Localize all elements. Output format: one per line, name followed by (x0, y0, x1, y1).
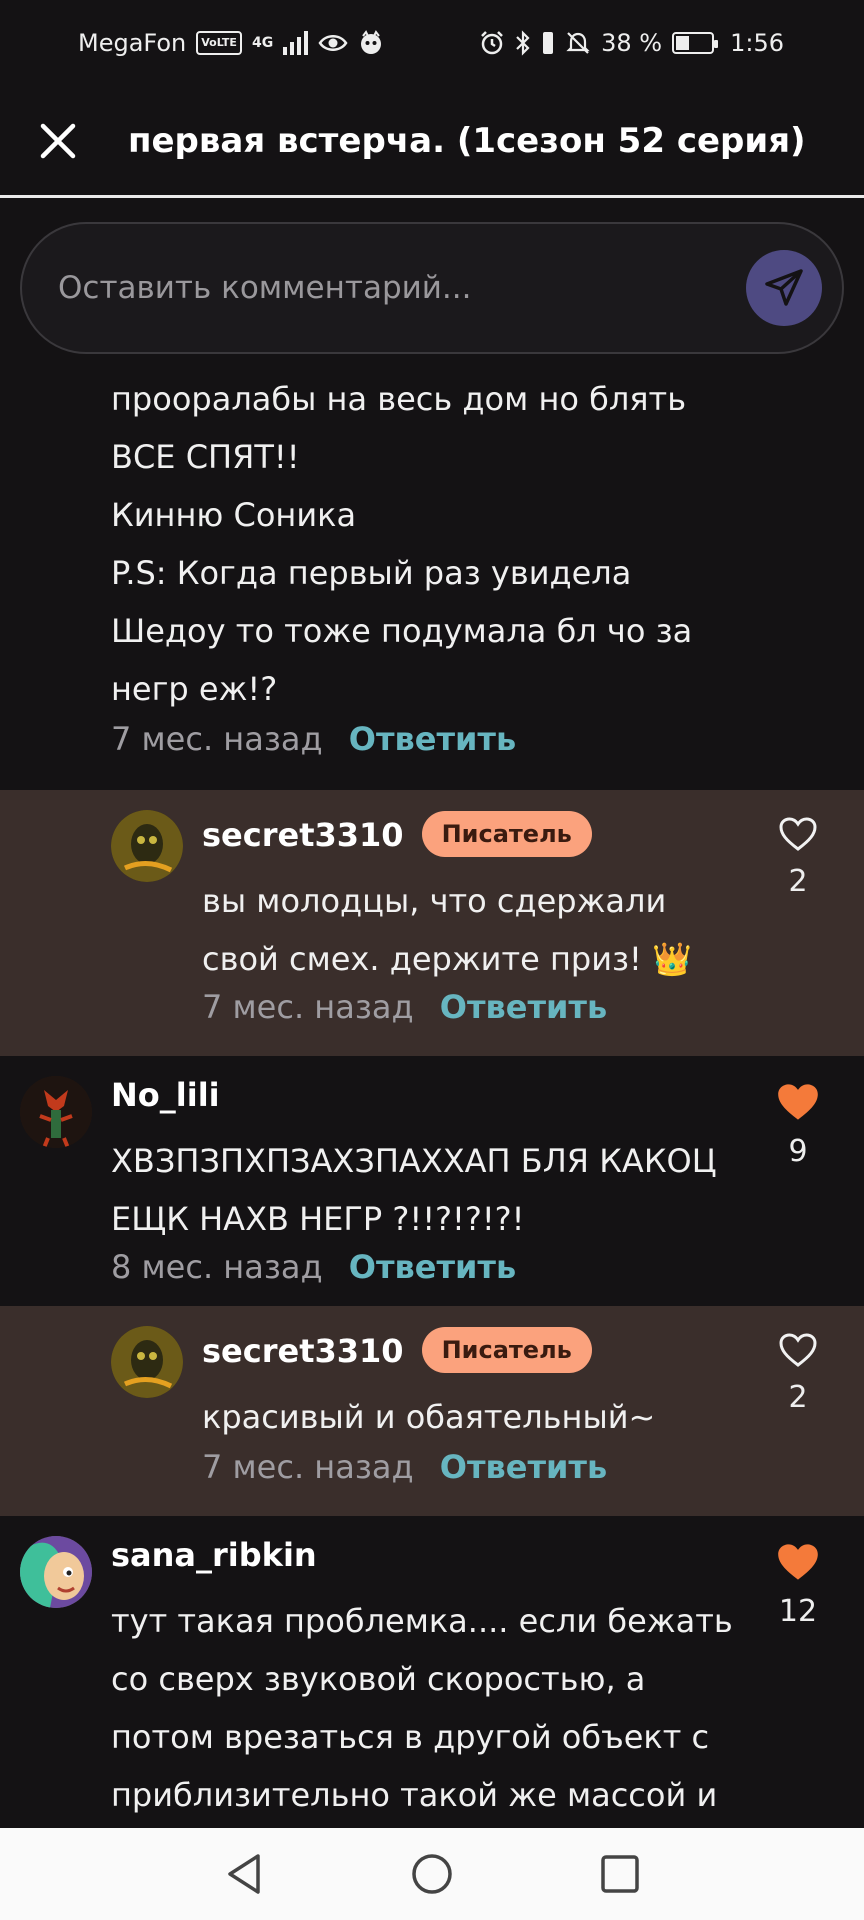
avatar[interactable] (20, 1536, 92, 1608)
comment-text-line: Шедоу то тоже подумала бл чо за (111, 612, 693, 650)
like-count: 9 (788, 1134, 808, 1169)
network-type: 4G (251, 35, 274, 51)
comment-time: 7 мес. назад (202, 988, 414, 1026)
status-right: 38 % 1:56 (479, 29, 784, 57)
comment-body: красивый и обаятельный~ (202, 1388, 655, 1446)
back-triangle-icon (228, 1854, 260, 1894)
vibrate-icon (543, 32, 554, 54)
comment-text-line: потом врезаться в другой объект с (111, 1718, 710, 1756)
volte-badge: VoLTE (196, 31, 242, 55)
recents-button[interactable] (590, 1844, 650, 1904)
comment-text-line: приблизительно такой же массой и (111, 1776, 718, 1814)
username: sana_ribkin (111, 1536, 317, 1574)
like-count: 2 (788, 1380, 808, 1415)
reply-button[interactable]: Ответить (349, 1248, 516, 1286)
like-count: 12 (778, 1594, 818, 1629)
avatar-image (20, 1076, 92, 1148)
comment-text-line: ВСЕ СПЯТ!! (111, 438, 300, 476)
carrier-name: MegaFon (78, 29, 187, 57)
reply-item: secret3310 Писатель вы молодцы, что сдерж… (0, 790, 864, 1056)
close-button[interactable] (18, 101, 98, 181)
comment-meta: 8 мес. назад Ответить (111, 1248, 516, 1286)
avatar-image (111, 810, 183, 882)
alarm-icon (481, 31, 503, 55)
send-button[interactable] (746, 250, 822, 326)
writer-badge: Писатель (421, 811, 592, 857)
status-bar: MegaFon VoLTE 4G 38 % 1:56 (0, 0, 864, 86)
like-control: 2 (760, 816, 836, 899)
bluetooth-icon (516, 30, 530, 56)
comment-text-line: прооралабы на весь дом но блять (111, 380, 687, 418)
comment-time: 7 мес. назад (111, 720, 323, 758)
comment-meta: 7 мес. назад Ответить (202, 988, 607, 1026)
heart-outline-icon[interactable] (778, 1332, 818, 1368)
like-control: 2 (760, 1332, 836, 1415)
signal-icon (283, 31, 309, 55)
comment-text-line: ЕЩК НАХВ НЕГР ?!!?!?!?! (111, 1200, 525, 1238)
battery-percent: 38 % (601, 29, 663, 57)
comment-item: прооралабы на весь дом но блять ВСЕ СПЯТ… (0, 370, 864, 790)
reply-button[interactable]: Ответить (440, 988, 607, 1026)
comment-text-line: со сверх звуковой скоростью, а (111, 1660, 646, 1698)
comment-text-line: ХВЗПЗПХПЗАХЗПАХХАП БЛЯ КАКОЦ (111, 1142, 717, 1180)
username: secret3310 (202, 1332, 404, 1370)
heart-filled-icon[interactable] (776, 1082, 820, 1122)
comment-text-line: тут такая проблемка.... если бежать (111, 1602, 733, 1640)
comment-input[interactable] (58, 270, 746, 306)
comment-text-line: P.S: Когда первый раз увидела (111, 554, 632, 592)
like-control: 9 (760, 1082, 836, 1169)
comment-meta: 7 мес. назад Ответить (111, 720, 864, 758)
recents-square-icon (601, 1855, 639, 1893)
comment-list: прооралабы на весь дом но блять ВСЕ СПЯТ… (0, 370, 864, 1828)
battery-icon (672, 32, 719, 54)
comment-text-line: вы молодцы, что сдержали (202, 882, 667, 920)
comment-body: вы молодцы, что сдержали свой смех. держ… (202, 872, 692, 988)
home-circle-icon (412, 1854, 452, 1894)
comment-text-line: свой смех. держите приз! 👑 (202, 940, 692, 978)
home-button[interactable] (402, 1844, 462, 1904)
system-nav-bar (0, 1828, 864, 1920)
avatar[interactable] (111, 810, 183, 882)
reply-button[interactable]: Ответить (349, 720, 516, 758)
avatar-image (20, 1536, 92, 1608)
avatar-image (111, 1326, 183, 1398)
status-left: MegaFon VoLTE 4G (78, 29, 384, 57)
like-control: 12 (760, 1542, 836, 1629)
like-count: 2 (788, 864, 808, 899)
eye-icon (318, 35, 348, 51)
comment-author[interactable]: secret3310 Писатель (202, 1327, 592, 1376)
comment-body: тут такая проблемка.... если бежать со с… (111, 1592, 733, 1824)
comment-text-line: красивый и обаятельный~ (202, 1398, 656, 1436)
comment-time: 7 мес. назад (202, 1448, 414, 1486)
writer-badge: Писатель (421, 1327, 592, 1373)
heart-outline-icon[interactable] (778, 816, 818, 852)
comment-item: sana_ribkin тут такая проблемка.... если… (0, 1516, 864, 1828)
comment-body: ХВЗПЗПХПЗАХЗПАХХАП БЛЯ КАКОЦ ЕЩК НАХВ НЕ… (111, 1132, 717, 1248)
reply-button[interactable]: Ответить (440, 1448, 607, 1486)
back-button[interactable] (214, 1844, 274, 1904)
username: No_lili (111, 1076, 220, 1114)
comment-item: No_lili ХВЗПЗПХПЗАХЗПАХХАП БЛЯ КАКОЦ ЕЩК… (0, 1056, 864, 1306)
comment-author[interactable]: No_lili (111, 1076, 220, 1114)
header: первая встерча. (1сезон 52 серия) (0, 86, 864, 198)
comment-text-line: негр еж!? (111, 670, 278, 708)
comment-meta: 7 мес. назад Ответить (202, 1448, 607, 1486)
avatar[interactable] (20, 1076, 92, 1148)
comment-time: 8 мес. назад (111, 1248, 323, 1286)
comment-author[interactable]: sana_ribkin (111, 1536, 317, 1574)
comment-author[interactable]: secret3310 Писатель (202, 811, 592, 860)
mute-bell-icon (566, 32, 590, 54)
close-icon (40, 123, 76, 158)
clock: 1:56 (730, 29, 784, 57)
app-notification-icon (361, 30, 382, 54)
username: secret3310 (202, 816, 404, 854)
page-title: первая встерча. (1сезон 52 серия) (128, 120, 806, 161)
heart-filled-icon[interactable] (776, 1542, 820, 1582)
battery-fill (676, 36, 690, 50)
avatar[interactable] (111, 1326, 183, 1398)
reply-item: secret3310 Писатель красивый и обаятельны… (0, 1306, 864, 1516)
send-icon (765, 269, 803, 306)
comment-input-bar (20, 222, 844, 354)
comment-text-line: Кинню Соника (111, 496, 357, 534)
